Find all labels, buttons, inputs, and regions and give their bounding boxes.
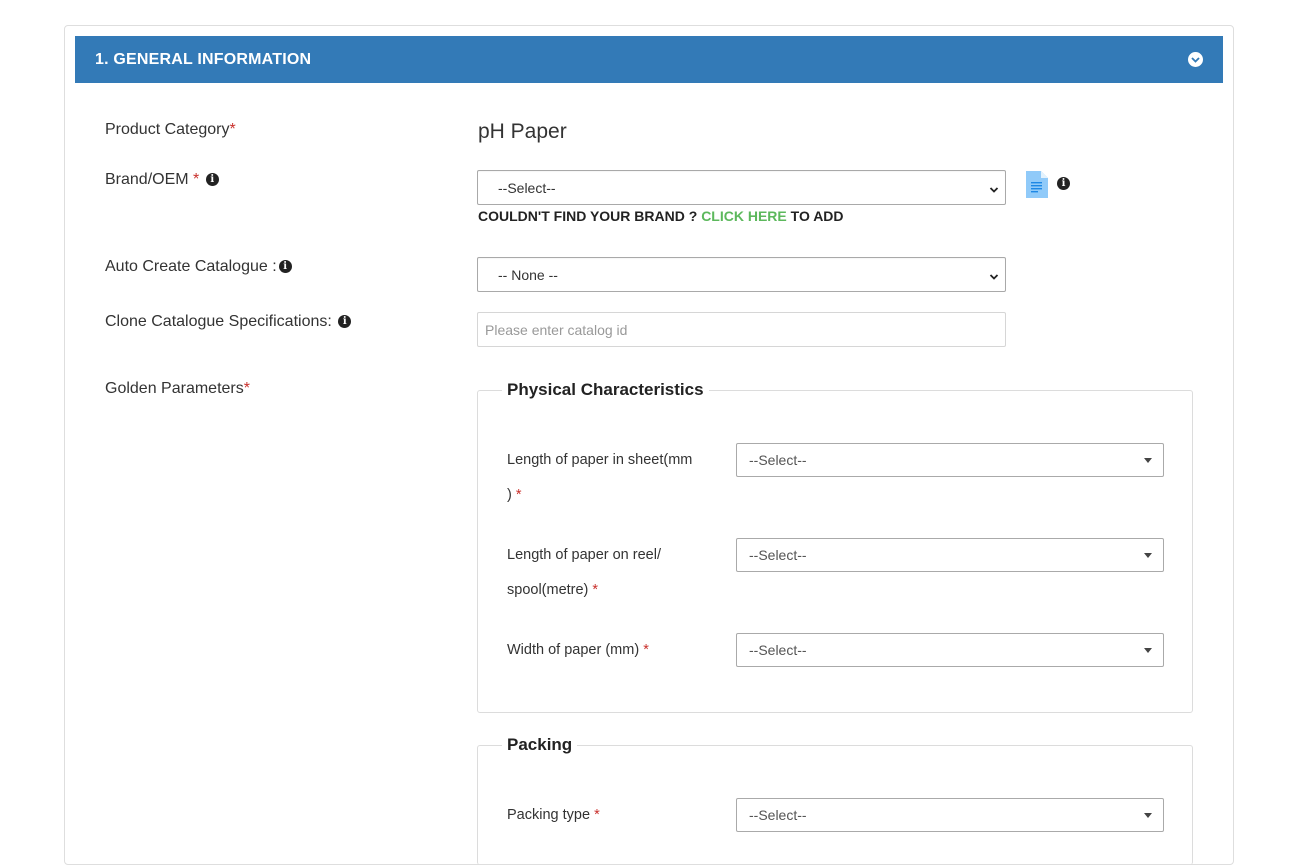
info-icon[interactable]: i [205, 173, 219, 187]
info-icon[interactable]: i [338, 315, 352, 329]
product-category-value: pH Paper [478, 120, 567, 143]
clone-catalogue-label: Clone Catalogue Specifications: i [105, 313, 352, 331]
brand-select[interactable]: --Select-- [477, 170, 1006, 205]
fieldset-legend: Packing [502, 735, 578, 755]
width-dropdown[interactable]: --Select-- [736, 633, 1164, 667]
field-label: Packing type * [507, 807, 600, 823]
chevron-down-icon[interactable] [1188, 52, 1203, 67]
caret-down-icon [1144, 648, 1152, 653]
length-sheet-dropdown[interactable]: --Select-- [736, 443, 1164, 477]
field-label: Length of paper on reel/ spool(metre) * [507, 547, 661, 598]
packing-type-dropdown[interactable]: --Select-- [736, 798, 1164, 832]
info-icon[interactable]: i [278, 260, 292, 274]
auto-catalogue-label: Auto Create Catalogue :i [105, 258, 292, 276]
info-icon[interactable]: i [1057, 177, 1070, 190]
physical-characteristics-fieldset: Physical Characteristics Length of paper… [477, 380, 1193, 713]
length-reel-dropdown[interactable]: --Select-- [736, 538, 1164, 572]
product-category-label: Product Category* [105, 121, 236, 138]
click-here-link[interactable]: CLICK HERE [701, 208, 787, 224]
caret-down-icon [1144, 458, 1152, 463]
panel-title: 1. GENERAL INFORMATION [95, 50, 312, 68]
golden-parameters-label: Golden Parameters* [105, 380, 250, 397]
caret-down-icon [1144, 813, 1152, 818]
chevron-down-icon [989, 182, 999, 198]
catalog-id-input[interactable]: Please enter catalog id [477, 312, 1006, 347]
document-icon[interactable] [1026, 171, 1048, 203]
chevron-down-icon [989, 269, 999, 285]
auto-catalogue-select[interactable]: -- None -- [477, 257, 1006, 292]
caret-down-icon [1144, 553, 1152, 558]
field-label: Length of paper in sheet(mm ) * [507, 452, 693, 503]
field-label: Width of paper (mm) * [507, 642, 649, 658]
brand-add-note: COULDN'T FIND YOUR BRAND ? CLICK HERE TO… [478, 208, 844, 224]
fieldset-legend: Physical Characteristics [502, 380, 709, 400]
packing-fieldset: Packing Packing type * --Select-- [477, 735, 1193, 865]
general-information-header[interactable]: 1. GENERAL INFORMATION [75, 36, 1223, 83]
brand-label: Brand/OEM * i [105, 171, 219, 189]
